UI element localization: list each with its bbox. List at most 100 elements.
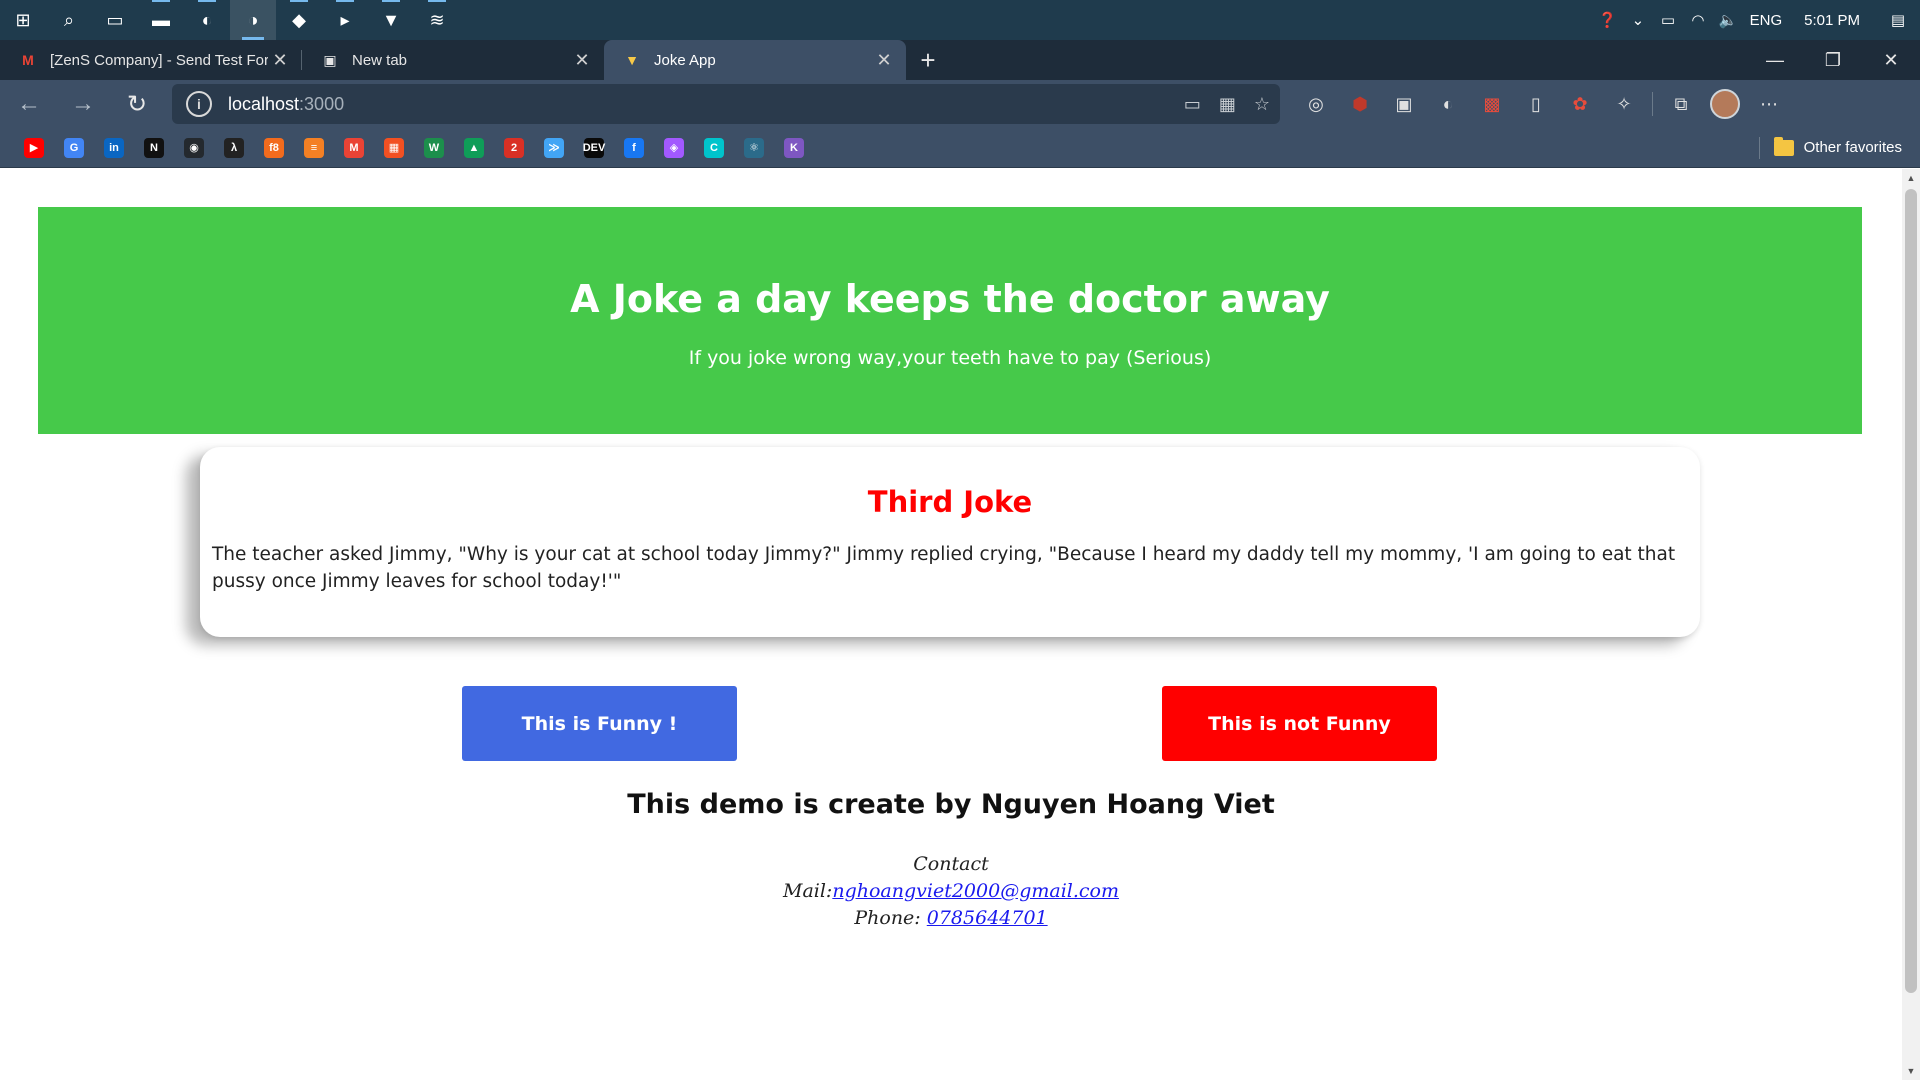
- favorite-google-drive[interactable]: ▲: [454, 133, 494, 163]
- task-view-icon[interactable]: ▭: [92, 0, 138, 40]
- edge-icon[interactable]: ◐: [184, 0, 230, 40]
- favorite-canva[interactable]: C: [694, 133, 734, 163]
- favorite-github[interactable]: ◉: [174, 133, 214, 163]
- favorite-google-translate[interactable]: G: [54, 133, 94, 163]
- scroll-thumb[interactable]: [1905, 189, 1917, 993]
- restore-button[interactable]: ❐: [1804, 40, 1862, 80]
- tab-title: Joke App: [654, 51, 716, 69]
- edge-glyph: ◐: [201, 9, 213, 30]
- favorite-facebook[interactable]: f: [614, 133, 654, 163]
- edge-dev-glyph: ◑: [247, 9, 259, 30]
- app-available-icon[interactable]: ▭: [1184, 94, 1201, 115]
- new-tab-button[interactable]: +: [906, 40, 950, 80]
- profile-button[interactable]: [1703, 84, 1747, 124]
- notion-icon: N: [144, 137, 164, 158]
- tab-new-tab[interactable]: ▣ New tab ✕: [302, 40, 604, 80]
- vertical-scrollbar[interactable]: ▲ ▼: [1902, 169, 1920, 1080]
- favorite-microsoft[interactable]: ▦: [374, 133, 414, 163]
- close-icon[interactable]: ✕: [570, 48, 594, 72]
- flutter-icon: ≫: [544, 137, 564, 158]
- back-button[interactable]: ←: [4, 84, 54, 124]
- forward-button[interactable]: →: [58, 84, 108, 124]
- scroll-down-arrow-icon[interactable]: ▼: [1902, 1062, 1920, 1080]
- file-explorer-icon[interactable]: ▬: [138, 0, 184, 40]
- system-tray: ❓ ⌄ ▭ ◠ 🔈 ENG 5:01 PM ▤: [1592, 0, 1920, 40]
- square-extension-icon[interactable]: ▣: [1382, 84, 1426, 124]
- favorite-flutter[interactable]: ≫: [534, 133, 574, 163]
- google-drive-icon: ▲: [464, 137, 484, 158]
- wifi-icon[interactable]: ◠: [1683, 0, 1713, 40]
- start-glyph: ⊞: [15, 9, 31, 30]
- info-icon[interactable]: i: [186, 91, 212, 117]
- favorite-youtube[interactable]: ▶: [14, 133, 54, 163]
- address-bar[interactable]: i localhost:3000 ▭ ▦ ☆: [172, 84, 1280, 124]
- close-window-button[interactable]: ✕: [1862, 40, 1920, 80]
- taskbar-apps: ⊞ ⌕ ▭ ▬ ◐ ◑ ◆ ▸ ▼ ≋: [0, 0, 460, 40]
- volume-icon[interactable]: 🔈: [1713, 0, 1744, 40]
- puzzle-icon[interactable]: ✧: [1602, 84, 1646, 124]
- circle-extension-icon[interactable]: ◐: [1426, 84, 1470, 124]
- phone-link[interactable]: 0785644701: [927, 907, 1048, 929]
- joke-card: Third Joke The teacher asked Jimmy, "Why…: [200, 447, 1700, 637]
- avatar: [1710, 89, 1740, 119]
- layers-icon[interactable]: ≋: [414, 0, 460, 40]
- not-funny-button[interactable]: This is not Funny: [1162, 686, 1437, 761]
- edge-dev-icon[interactable]: ◑: [230, 0, 276, 40]
- phone-extension-icon[interactable]: ▯: [1514, 84, 1558, 124]
- gmail-icon: M: [22, 52, 34, 68]
- task-view-glyph: ▭: [106, 9, 124, 30]
- notification-icon[interactable]: ▤: [1876, 0, 1920, 40]
- favorite-linkedin[interactable]: in: [94, 133, 134, 163]
- favorite-stackoverflow[interactable]: ≡: [294, 133, 334, 163]
- funny-button[interactable]: This is Funny !: [462, 686, 737, 761]
- brave-icon[interactable]: ▼: [368, 0, 414, 40]
- favorite-dev-to[interactable]: DEV: [574, 133, 614, 163]
- favorite-star-icon[interactable]: ☆: [1254, 94, 1270, 115]
- chevron-up-icon[interactable]: ⌄: [1623, 0, 1653, 40]
- minimize-button[interactable]: —: [1746, 40, 1804, 80]
- favorites-bar: ▶ Gin N ◉ λ f8 ≡ M ▦ W ▲ 2 ≫ DEV f ◈ C ⚛ K Other favorites: [0, 128, 1920, 168]
- favorite-react[interactable]: ⚛: [734, 133, 774, 163]
- brave-glyph: ▼: [382, 9, 400, 30]
- search-icon[interactable]: ⌕: [46, 0, 92, 40]
- help-icon[interactable]: ❓: [1592, 0, 1623, 40]
- collections-icon[interactable]: ⧉: [1659, 84, 1703, 124]
- favorite-w-site[interactable]: W: [414, 133, 454, 163]
- close-icon[interactable]: ✕: [872, 48, 896, 72]
- canva-icon: C: [704, 137, 724, 158]
- start-icon[interactable]: ⊞: [0, 0, 46, 40]
- contact-section: Contact Mail:nghoangviet2000@gmail.com P…: [0, 851, 1902, 932]
- favorite-notion[interactable]: N: [134, 133, 174, 163]
- language-indicator[interactable]: ENG: [1744, 0, 1789, 40]
- favorite-code-lambda[interactable]: λ: [214, 133, 254, 163]
- terminal-icon[interactable]: ▸: [322, 0, 368, 40]
- badge-extension-icon[interactable]: ✿: [1558, 84, 1602, 124]
- favorite-badge-site[interactable]: 2: [494, 133, 534, 163]
- tab-title: New tab: [352, 51, 408, 69]
- favorite-f8[interactable]: f8: [254, 133, 294, 163]
- target-extension-icon[interactable]: ◎: [1294, 84, 1338, 124]
- react-icon: ⚛: [744, 137, 764, 158]
- vscode-glyph: ◆: [292, 9, 306, 30]
- ublock-icon[interactable]: ⬢: [1338, 84, 1382, 124]
- vscode-icon[interactable]: ◆: [276, 0, 322, 40]
- battery-icon[interactable]: ▭: [1653, 0, 1683, 40]
- favorite-figma[interactable]: ◈: [654, 133, 694, 163]
- favorite-k-site[interactable]: K: [774, 133, 814, 163]
- other-favorites[interactable]: Other favorites: [1758, 128, 1920, 168]
- scroll-up-arrow-icon[interactable]: ▲: [1902, 169, 1920, 187]
- tab-joke-app[interactable]: ▼ Joke App ✕: [604, 40, 906, 80]
- clock[interactable]: 5:01 PM: [1788, 12, 1876, 29]
- url-port: :3000: [299, 93, 345, 114]
- refresh-button[interactable]: ↻: [112, 84, 162, 124]
- close-icon[interactable]: ✕: [268, 48, 292, 72]
- email-link[interactable]: nghoangviet2000@gmail.com: [832, 880, 1119, 902]
- toolbar-divider: [1652, 92, 1653, 116]
- red-extension-icon[interactable]: ▩: [1470, 84, 1514, 124]
- more-options-icon[interactable]: ⋯: [1747, 84, 1791, 124]
- apps-grid-icon[interactable]: ▦: [1219, 94, 1236, 115]
- favorite-gmail[interactable]: M: [334, 133, 374, 163]
- address-bar-actions: ▭ ▦ ☆: [1184, 94, 1270, 115]
- youtube-icon: ▶: [24, 137, 44, 158]
- tab-gmail[interactable]: M [ZenS Company] - Send Test For ✕: [0, 40, 302, 80]
